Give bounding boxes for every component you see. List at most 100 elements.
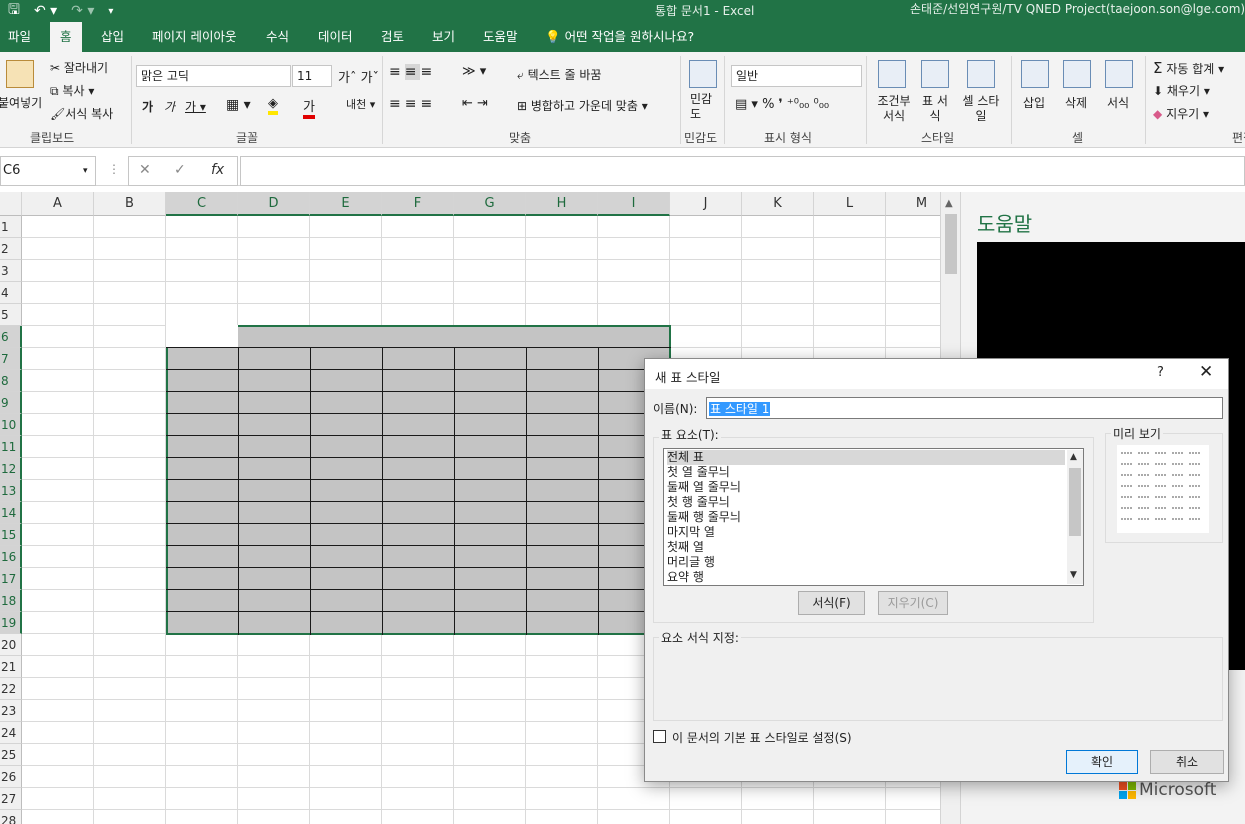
format-cells-icon[interactable] [1105, 60, 1133, 88]
fill-color-icon[interactable]: ◈ [268, 96, 278, 115]
clear-button[interactable]: ◆ 지우기 ▾ [1153, 105, 1209, 122]
select-all-corner[interactable] [0, 192, 22, 216]
column-header[interactable]: D [238, 192, 310, 216]
fill-button[interactable]: ⬇ 채우기 ▾ [1153, 82, 1210, 99]
format-button[interactable]: 서식(F) [798, 591, 865, 615]
insert-cells-icon[interactable] [1021, 60, 1049, 88]
paste-button[interactable]: 붙여넣기 [0, 94, 42, 111]
dialog-close-button[interactable]: ✕ [1199, 362, 1213, 382]
list-scroll-down-icon[interactable]: ▼ [1070, 570, 1077, 580]
formula-bar-splitter[interactable]: ⋮ [108, 162, 120, 176]
table-element-item[interactable]: 둘째 열 줄무늬 [667, 480, 1065, 495]
row-header[interactable]: 8 [0, 370, 22, 392]
table-elements-list[interactable]: 전체 표첫 열 줄무늬 둘째 열 줄무늬 첫 행 줄무늬 둘째 행 줄무늬 마지막 열첫… [663, 448, 1084, 586]
wrap-text-button[interactable]: ⤶ 텍스트 줄 바꿈 [517, 66, 601, 83]
bold-icon[interactable]: 가 [142, 98, 153, 115]
vertical-align-icons[interactable]: ≡≡≡ [389, 64, 436, 80]
column-header[interactable]: F [382, 192, 454, 216]
user-account[interactable]: 손태준/선임연구원/TV QNED Project(taejoon.son@lg… [910, 0, 1245, 17]
row-header[interactable]: 21 [0, 656, 22, 678]
tab-page-layout[interactable]: 페이지 레이아웃 [152, 22, 236, 52]
customize-qat-icon[interactable]: ▾ [108, 6, 113, 17]
scroll-thumb[interactable] [945, 214, 957, 274]
format-painter-button[interactable]: 🖌서식 복사 [50, 105, 113, 122]
conditional-format-button[interactable]: 조건부 서식 [874, 94, 914, 124]
enter-icon[interactable]: ✓ [174, 162, 186, 178]
tab-view[interactable]: 보기 [432, 22, 455, 52]
dialog-help-button[interactable]: ? [1157, 365, 1164, 380]
row-header[interactable]: 1 [0, 216, 22, 238]
indent-icons[interactable]: ⇤ ⇥ [462, 96, 488, 111]
row-header[interactable]: 25 [0, 744, 22, 766]
row-header[interactable]: 22 [0, 678, 22, 700]
tab-file[interactable]: 파일 [8, 22, 31, 52]
undo-icon[interactable]: ↶ ▾ [34, 3, 57, 19]
tab-data[interactable]: 데이터 [318, 22, 353, 52]
row-header[interactable]: 14 [0, 502, 22, 524]
number-format-select[interactable]: 일반 [731, 65, 862, 87]
orientation-icon[interactable]: ≫ ▾ [462, 64, 486, 79]
format-cells-button[interactable]: 서식 [1107, 94, 1129, 111]
row-header[interactable]: 24 [0, 722, 22, 744]
row-header[interactable]: 23 [0, 700, 22, 722]
format-as-table-icon[interactable] [921, 60, 949, 88]
row-header[interactable]: 5 [0, 304, 22, 326]
borders-icon[interactable]: ▦ ▾ [226, 97, 251, 113]
ok-button[interactable]: 확인 [1066, 750, 1138, 774]
row-header[interactable]: 20 [0, 634, 22, 656]
row-header[interactable]: 6 [0, 326, 22, 348]
row-header[interactable]: 2 [0, 238, 22, 260]
table-element-item[interactable]: 머리글 행 [667, 555, 1065, 570]
default-style-checkbox[interactable] [653, 730, 666, 743]
delete-cells-button[interactable]: 삭제 [1065, 94, 1087, 111]
cancel-icon[interactable]: ✕ [139, 162, 151, 178]
row-header[interactable]: 11 [0, 436, 22, 458]
tab-home[interactable]: 홈 [50, 22, 82, 52]
column-header[interactable]: B [94, 192, 166, 216]
formula-input[interactable] [240, 156, 1245, 186]
name-box[interactable]: C6 ▾ [0, 156, 96, 186]
row-header[interactable]: 28 [0, 810, 22, 824]
font-name-select[interactable]: 맑은 고딕 [136, 65, 291, 87]
cell-styles-icon[interactable] [967, 60, 995, 88]
merge-center-button[interactable]: ⊞ 병합하고 가운데 맞춤 ▾ [517, 97, 648, 114]
tab-insert[interactable]: 삽입 [101, 22, 124, 52]
table-element-item[interactable]: 전체 표 [667, 450, 1065, 465]
cut-button[interactable]: ✂ 잘라내기 [50, 59, 108, 76]
table-element-item[interactable]: 첫 행 줄무늬 [667, 495, 1065, 510]
font-color-icon[interactable]: 가 [303, 96, 315, 119]
underline-icon[interactable]: 가 ▾ [185, 98, 206, 115]
style-name-input[interactable]: 표 스타일 1 [706, 397, 1223, 419]
row-header[interactable]: 18 [0, 590, 22, 612]
redo-icon[interactable]: ↷ ▾ [71, 3, 94, 19]
list-scroll-thumb[interactable] [1069, 468, 1081, 536]
column-header[interactable]: G [454, 192, 526, 216]
column-header[interactable]: C [166, 192, 238, 216]
sensitivity-icon[interactable] [689, 60, 717, 88]
row-header[interactable]: 10 [0, 414, 22, 436]
tab-review[interactable]: 검토 [381, 22, 404, 52]
save-icon[interactable]: 🖫 [8, 0, 20, 23]
column-header[interactable]: J [670, 192, 742, 216]
table-element-item[interactable]: 마지막 열 [667, 525, 1065, 540]
cancel-button[interactable]: 취소 [1150, 750, 1224, 774]
list-scroll-up-icon[interactable]: ▲ [1070, 452, 1077, 462]
clear-element-button[interactable]: 지우기(C) [878, 591, 948, 615]
row-header[interactable]: 13 [0, 480, 22, 502]
table-element-item[interactable]: 첫째 열 [667, 540, 1065, 555]
column-header[interactable]: A [22, 192, 94, 216]
copy-button[interactable]: ⧉ 복사 ▾ [50, 82, 94, 99]
font-size-select[interactable]: 11 [292, 65, 332, 87]
italic-icon[interactable]: 가 [164, 98, 175, 115]
conditional-format-icon[interactable] [878, 60, 906, 88]
horizontal-align-icons[interactable]: ≡≡≡ [389, 96, 436, 112]
row-header[interactable]: 26 [0, 766, 22, 788]
column-header[interactable]: K [742, 192, 814, 216]
paste-icon[interactable] [6, 60, 34, 88]
row-header[interactable]: 12 [0, 458, 22, 480]
function-icon[interactable]: fx [211, 162, 224, 178]
row-header[interactable]: 17 [0, 568, 22, 590]
table-element-item[interactable]: 첫 열 줄무늬 [667, 465, 1065, 480]
scroll-up-icon[interactable]: ▲ [945, 198, 953, 209]
row-header[interactable]: 16 [0, 546, 22, 568]
